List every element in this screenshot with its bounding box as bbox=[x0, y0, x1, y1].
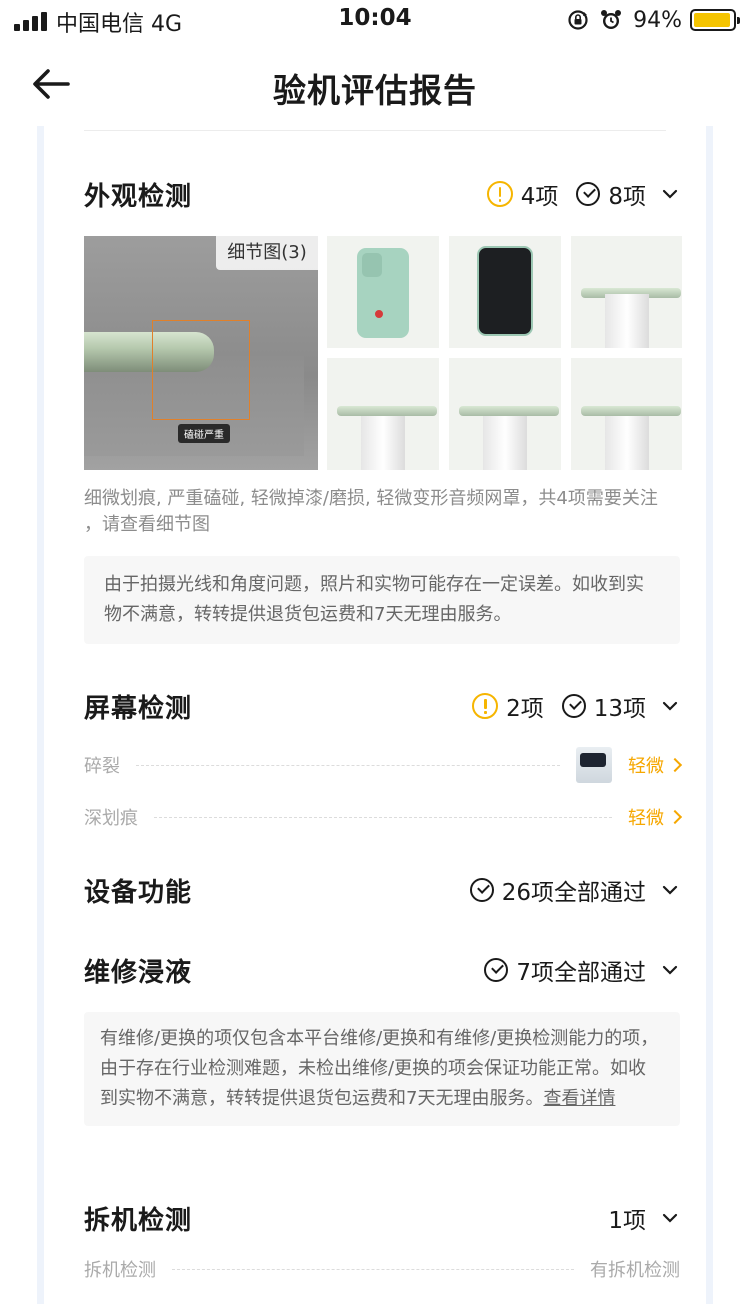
repair-note: 有维修/更换的项仅包含本平台维修/更换和有维修/更换检测能力的项，由于存在行业检… bbox=[84, 1012, 680, 1126]
teardown-section-header[interactable]: 拆机检测 1项 bbox=[84, 1198, 680, 1238]
dotted-leader bbox=[172, 1268, 574, 1270]
warn-count-label: 4项 bbox=[520, 184, 559, 210]
row-value: 轻微 bbox=[628, 752, 683, 778]
warn-count-label: 2项 bbox=[506, 696, 544, 722]
alarm-icon bbox=[601, 10, 622, 29]
photo-thumb-side[interactable] bbox=[571, 358, 682, 470]
appearance-section-header[interactable]: 外观检测 4项 8项 bbox=[84, 174, 680, 214]
photo-thumb-front[interactable] bbox=[449, 236, 561, 348]
photo-gallery: 磕碰严重 细节图(3) bbox=[84, 236, 682, 470]
chevron-right-icon bbox=[667, 809, 683, 825]
row-label: 拆机检测 bbox=[84, 1260, 156, 1281]
status-bar: 中国电信 4G 10:04 94% bbox=[0, 0, 750, 42]
damage-chip: 磕碰严重 bbox=[178, 424, 230, 443]
ok-count-label: 26项全部通过 bbox=[501, 880, 646, 906]
row-value-text: 轻微 bbox=[628, 756, 664, 777]
warning-icon bbox=[472, 693, 499, 719]
check-circle-icon bbox=[576, 182, 601, 206]
report-card: 外观检测 4项 8项 磕碰严重 细节图(3) 细微划痕, 严重磕碰, 轻微掉漆/… bbox=[37, 126, 713, 1304]
appearance-note: 由于拍摄光线和角度问题，照片和实物可能存在一定误差。如收到实物不满意，转转提供退… bbox=[84, 556, 680, 644]
chevron-right-icon bbox=[667, 757, 683, 773]
dotted-leader bbox=[154, 816, 612, 818]
teardown-row: 拆机检测 有拆机检测 bbox=[84, 1254, 680, 1284]
device-title: 设备功能 bbox=[84, 877, 193, 908]
nav-bar: 验机评估报告 bbox=[0, 52, 750, 118]
check-circle-icon bbox=[561, 694, 586, 718]
device-section-header[interactable]: 设备功能 26项全部通过 bbox=[84, 870, 680, 910]
appearance-ok-count: 8项 bbox=[576, 177, 646, 211]
row-value: 轻微 bbox=[628, 804, 683, 830]
detail-photo-main[interactable]: 磕碰严重 细节图(3) bbox=[84, 236, 318, 470]
check-circle-icon bbox=[469, 878, 494, 902]
repair-title: 维修浸液 bbox=[84, 957, 193, 988]
device-ok-count: 26项全部通过 bbox=[469, 873, 646, 907]
screen-row-crack[interactable]: 碎裂 轻微 bbox=[84, 747, 683, 783]
dotted-leader bbox=[136, 764, 560, 766]
count-label: 1项 bbox=[608, 1208, 646, 1234]
chevron-down-icon[interactable] bbox=[660, 960, 680, 980]
repair-ok-count: 7项全部通过 bbox=[484, 953, 646, 987]
page-title: 验机评估报告 bbox=[273, 71, 477, 110]
damage-highlight-box bbox=[152, 320, 250, 420]
detail-count-tag: 细节图(3) bbox=[216, 236, 318, 270]
repair-section-header[interactable]: 维修浸液 7项全部通过 bbox=[84, 950, 680, 990]
warning-icon bbox=[486, 181, 513, 207]
chevron-down-icon[interactable] bbox=[660, 184, 680, 204]
screen-section-header[interactable]: 屏幕检测 2项 13项 bbox=[84, 686, 680, 726]
check-circle-icon bbox=[484, 958, 509, 982]
rotation-lock-icon bbox=[568, 10, 588, 30]
ok-count-label: 13项 bbox=[593, 696, 646, 722]
ok-count-label: 7项全部通过 bbox=[516, 960, 646, 986]
crack-thumbnail[interactable] bbox=[576, 747, 612, 783]
view-details-link[interactable]: 查看详情 bbox=[543, 1088, 615, 1109]
battery-percent: 94% bbox=[633, 7, 682, 33]
screen-warn-count: 2项 bbox=[472, 689, 544, 723]
row-label: 碎裂 bbox=[84, 756, 120, 777]
row-label: 深划痕 bbox=[84, 808, 138, 829]
appearance-title: 外观检测 bbox=[84, 181, 193, 212]
screen-ok-count: 13项 bbox=[561, 689, 646, 723]
divider bbox=[84, 130, 666, 131]
chevron-down-icon[interactable] bbox=[660, 1208, 680, 1228]
ok-count-label: 8项 bbox=[608, 184, 646, 210]
photo-thumb-back[interactable] bbox=[327, 236, 439, 348]
battery-icon bbox=[690, 9, 740, 31]
screen-row-scratch[interactable]: 深划痕 轻微 bbox=[84, 802, 683, 832]
photo-thumb-side[interactable] bbox=[449, 358, 561, 470]
row-value-text: 轻微 bbox=[628, 808, 664, 829]
teardown-title: 拆机检测 bbox=[84, 1205, 193, 1236]
appearance-warn-count: 4项 bbox=[486, 177, 559, 211]
appearance-description: 细微划痕, 严重磕碰, 轻微掉漆/磨损, 轻微变形音频网罩，共4项需要关注 ，请… bbox=[84, 488, 658, 535]
photo-thumb-side[interactable] bbox=[571, 236, 682, 348]
photo-thumb-side[interactable] bbox=[327, 358, 439, 470]
teardown-count: 1项 bbox=[608, 1201, 646, 1235]
chevron-down-icon[interactable] bbox=[660, 880, 680, 900]
row-value: 有拆机检测 bbox=[590, 1260, 680, 1281]
chevron-down-icon[interactable] bbox=[660, 696, 680, 716]
screen-title: 屏幕检测 bbox=[84, 693, 193, 724]
